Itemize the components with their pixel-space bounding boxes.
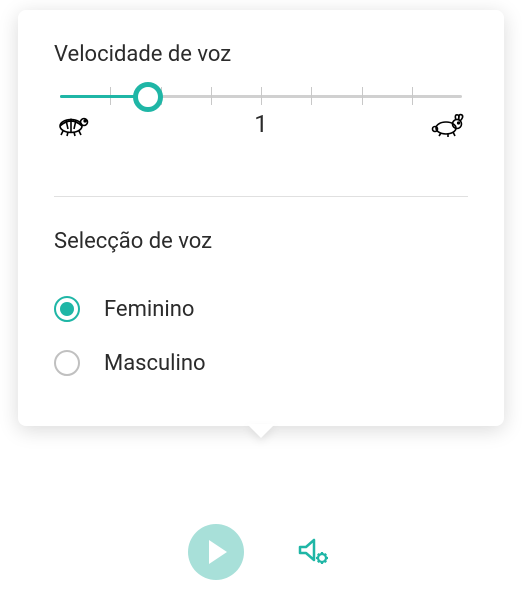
speed-slider[interactable]: 1 — [60, 95, 462, 146]
speaker-gear-icon — [294, 532, 334, 572]
radio-option-feminino[interactable]: Feminino — [54, 282, 468, 336]
voice-section-title: Selecção de voz — [54, 229, 468, 254]
radio-dot — [60, 302, 74, 316]
radio-indicator — [54, 350, 80, 376]
speed-center-label: 1 — [254, 110, 268, 138]
speed-section-title: Velocidade de voz — [54, 42, 468, 67]
play-icon — [209, 540, 227, 564]
divider — [54, 196, 468, 197]
play-button[interactable] — [188, 524, 244, 580]
radio-label: Feminino — [104, 297, 194, 322]
rabbit-icon — [430, 112, 468, 142]
voice-radio-group: Feminino Masculino — [54, 282, 468, 390]
radio-option-masculino[interactable]: Masculino — [54, 336, 468, 390]
audio-toolbar — [0, 516, 522, 588]
voice-settings-button[interactable] — [294, 532, 334, 572]
radio-indicator — [54, 296, 80, 322]
slider-thumb[interactable] — [133, 82, 163, 112]
voice-settings-popover: Velocidade de voz — [18, 10, 504, 426]
slider-labels: 1 — [60, 110, 462, 146]
turtle-icon — [54, 112, 90, 142]
slider-track — [60, 95, 462, 98]
radio-label: Masculino — [104, 351, 206, 376]
